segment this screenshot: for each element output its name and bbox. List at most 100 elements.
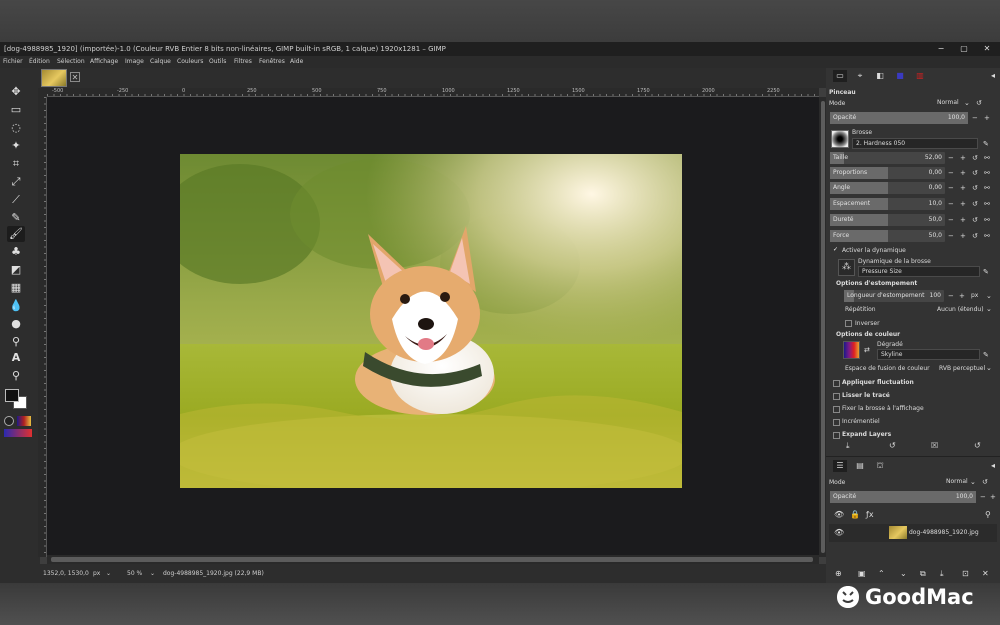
- vertical-ruler[interactable]: [38, 97, 47, 557]
- close-image-icon[interactable]: ✕: [70, 72, 80, 82]
- blend-space-select[interactable]: RVB perceptuel: [939, 362, 987, 375]
- gradients-tab[interactable]: ▥: [913, 70, 927, 82]
- text-tool-icon[interactable]: A: [7, 350, 25, 366]
- dynamics-icon[interactable]: ⁂: [838, 259, 855, 276]
- foreground-color-swatch[interactable]: [5, 389, 19, 402]
- paths-icon[interactable]: ✎: [7, 210, 25, 226]
- menu-affichage[interactable]: Affichage: [90, 56, 118, 68]
- patterns-tab[interactable]: ■: [893, 70, 907, 82]
- reset-icon[interactable]: ↺: [972, 167, 978, 179]
- chevron-down-icon[interactable]: ⌄: [106, 564, 111, 583]
- layers-menu-icon[interactable]: ◂: [986, 460, 1000, 472]
- incremental-checkbox[interactable]: [833, 419, 840, 426]
- edit-brush-icon[interactable]: ✎: [983, 138, 989, 150]
- chevron-down-icon[interactable]: ⌄: [986, 290, 992, 302]
- chevron-down-icon[interactable]: ⌄: [150, 564, 155, 583]
- gradient-preview[interactable]: [843, 341, 860, 359]
- angle-slider[interactable]: Angle 0,00: [830, 182, 945, 194]
- eye-icon[interactable]: 👁: [834, 528, 844, 538]
- new-layer-icon[interactable]: ⊕: [835, 569, 842, 579]
- force-slider[interactable]: Force 50,0: [830, 230, 945, 242]
- layers-tab[interactable]: ☰: [833, 460, 847, 472]
- expand-layers-checkbox[interactable]: [833, 432, 840, 439]
- reverse-checkbox[interactable]: [845, 320, 852, 327]
- duplicate-layer-icon[interactable]: ⧉: [920, 569, 926, 579]
- dock-menu-icon[interactable]: ◂: [986, 70, 1000, 82]
- size-decrease-icon[interactable]: −: [948, 152, 954, 164]
- reset-icon[interactable]: ↺: [982, 476, 988, 488]
- hardness-decrease-icon[interactable]: −: [948, 214, 954, 226]
- mask-icon[interactable]: ⊡: [962, 569, 969, 579]
- reset-icon[interactable]: ↺: [976, 97, 982, 109]
- size-slider[interactable]: Taille 52,00: [830, 152, 945, 164]
- spacing-increase-icon[interactable]: +: [960, 198, 966, 210]
- menu-outils[interactable]: Outils: [209, 56, 226, 68]
- image-tab-thumbnail[interactable]: [41, 69, 67, 87]
- menu-aide[interactable]: Aide: [290, 56, 303, 68]
- smooth-checkbox[interactable]: [833, 393, 840, 400]
- chevron-down-icon[interactable]: ⌄: [964, 97, 970, 109]
- lasso-icon[interactable]: ◌: [7, 120, 25, 136]
- gradient-select[interactable]: Skyline: [877, 349, 980, 360]
- decrease-icon[interactable]: −: [980, 491, 986, 503]
- link-icon[interactable]: ⚯: [984, 230, 990, 242]
- menu-fichier[interactable]: Fichier: [3, 56, 23, 68]
- clone-icon[interactable]: ♣: [7, 244, 25, 260]
- menu-image[interactable]: Image: [125, 56, 144, 68]
- delete-options-icon[interactable]: ☒: [931, 441, 938, 451]
- angle-decrease-icon[interactable]: −: [948, 182, 954, 194]
- quick-mask-icon[interactable]: [4, 416, 14, 426]
- decrease-icon[interactable]: −: [972, 112, 978, 124]
- lower-layer-icon[interactable]: ⌄: [900, 569, 907, 579]
- horizontal-scrollbar[interactable]: [47, 555, 819, 564]
- fade-increase-icon[interactable]: +: [959, 290, 965, 302]
- gradient-swatch[interactable]: [17, 416, 31, 426]
- zoom-select[interactable]: 50 %: [127, 564, 142, 583]
- reset-icon[interactable]: ↺: [972, 214, 978, 226]
- menu-couleurs[interactable]: Couleurs: [177, 56, 203, 68]
- force-increase-icon[interactable]: +: [960, 230, 966, 242]
- move-tool-icon[interactable]: ✥: [7, 84, 25, 100]
- reset-icon[interactable]: ↺: [972, 182, 978, 194]
- hardness-increase-icon[interactable]: +: [960, 214, 966, 226]
- link-icon[interactable]: ⚯: [984, 167, 990, 179]
- brushes-tab[interactable]: ◧: [873, 70, 887, 82]
- layers-opacity-slider[interactable]: Opacité 100,0: [830, 491, 976, 503]
- gradient-icon[interactable]: ▦: [7, 280, 25, 296]
- jitter-checkbox[interactable]: [833, 380, 840, 387]
- aspect-increase-icon[interactable]: +: [960, 167, 966, 179]
- transform-icon[interactable]: ⤢: [7, 174, 25, 190]
- fade-length-slider[interactable]: Longueur d'estompement 100: [844, 290, 944, 302]
- hardness-slider[interactable]: Dureté 50,0: [830, 214, 945, 226]
- link-icon[interactable]: ⚯: [984, 182, 990, 194]
- spacing-decrease-icon[interactable]: −: [948, 198, 954, 210]
- size-increase-icon[interactable]: +: [960, 152, 966, 164]
- eraser-icon[interactable]: ◩: [7, 262, 25, 278]
- crop-icon[interactable]: ⌗: [7, 156, 25, 172]
- angle-increase-icon[interactable]: +: [960, 182, 966, 194]
- menu-filtres[interactable]: Filtres: [234, 56, 252, 68]
- repeat-select[interactable]: Aucun (étendu): [937, 303, 987, 316]
- reset-options-icon[interactable]: ↺: [974, 441, 981, 451]
- dodge-burn-icon[interactable]: ●: [7, 316, 25, 332]
- delete-layer-icon[interactable]: ✕: [982, 569, 989, 579]
- restore-options-icon[interactable]: ↺: [889, 441, 896, 451]
- link-icon[interactable]: ⚯: [984, 214, 990, 226]
- effects-icon[interactable]: ƒx: [866, 510, 874, 520]
- dynamics-checkbox[interactable]: ✓: [832, 247, 839, 254]
- brush-preview[interactable]: [831, 130, 849, 148]
- reset-icon[interactable]: ↺: [972, 198, 978, 210]
- device-status-tab[interactable]: ⌖: [853, 70, 867, 82]
- paths-tab[interactable]: ⛫: [873, 460, 887, 472]
- zoom-icon[interactable]: ⚲: [7, 368, 25, 384]
- menu-selection[interactable]: Sélection: [57, 56, 85, 68]
- edit-gradient-icon[interactable]: ✎: [983, 349, 989, 361]
- aspect-decrease-icon[interactable]: −: [948, 167, 954, 179]
- layer-row[interactable]: 👁 dog-4988985_1920.jpg: [829, 524, 997, 542]
- raise-layer-icon[interactable]: ⌃: [878, 569, 885, 579]
- chevron-down-icon[interactable]: ⌄: [986, 303, 992, 315]
- increase-icon[interactable]: +: [990, 491, 996, 503]
- lock-view-checkbox[interactable]: [833, 406, 840, 413]
- fuzzy-select-icon[interactable]: ✦: [7, 138, 25, 154]
- close-button[interactable]: ✕: [974, 42, 1000, 56]
